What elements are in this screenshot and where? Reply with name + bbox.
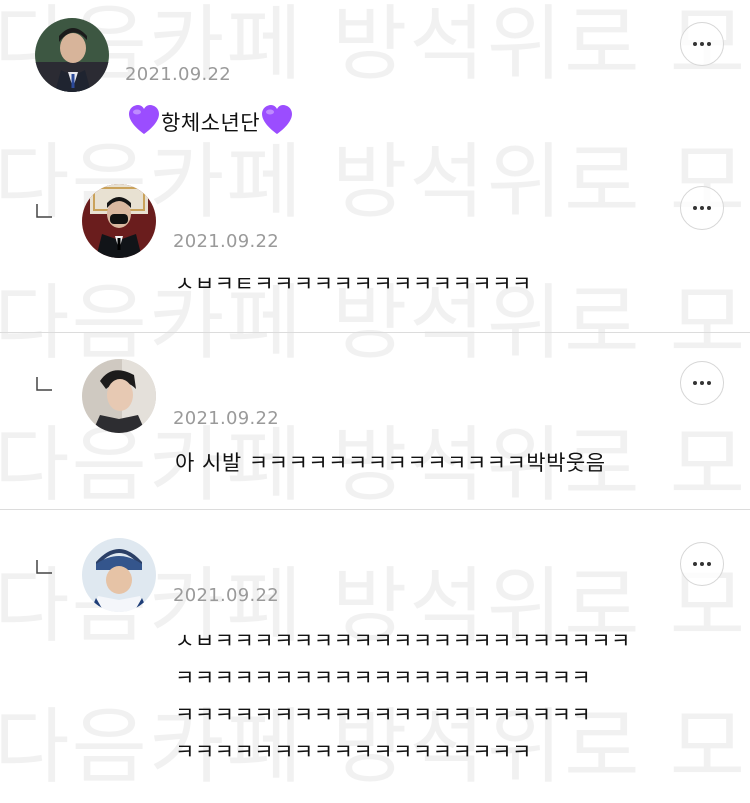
avatar[interactable] <box>82 184 156 258</box>
more-options-button[interactable] <box>680 542 724 586</box>
more-icon <box>693 562 711 566</box>
comment-text: ㅅㅂㅋㅋㅋㅋㅋㅋㅋㅋㅋㅋㅋㅋㅋㅋㅋㅋㅋㅋㅋㅋㅋ ㅋㅋㅋㅋㅋㅋㅋㅋㅋㅋㅋㅋㅋㅋㅋㅋ… <box>175 623 631 771</box>
comment-text: 항체소년단 <box>127 104 294 148</box>
comment-date: 2021.09.22 <box>173 585 280 606</box>
comment-text: ㅅㅂㅋㅌㅋㅋㅋㅋㅋㅋㅋㅋㅋㅋㅋㅋㅋㅋ <box>175 272 532 296</box>
reply-comment: 2021.09.22 아 시발 ㅋㅋㅋㅋㅋㅋㅋㅋㅋㅋㅋㅋㅋㅋ박박웃음 <box>0 333 750 509</box>
comment-text: 아 시발 ㅋㅋㅋㅋㅋㅋㅋㅋㅋㅋㅋㅋㅋㅋ박박웃음 <box>175 451 606 475</box>
avatar[interactable] <box>82 359 156 433</box>
avatar[interactable] <box>35 18 109 92</box>
more-options-button[interactable] <box>680 186 724 230</box>
reply-comment: 2021.09.22 ㅅㅂㅋㅌㅋㅋㅋㅋㅋㅋㅋㅋㅋㅋㅋㅋㅋㅋ <box>0 160 750 332</box>
reply-comment: 2021.09.22 ㅅㅂㅋㅋㅋㅋㅋㅋㅋㅋㅋㅋㅋㅋㅋㅋㅋㅋㅋㅋㅋㅋㅋ ㅋㅋㅋㅋㅋ… <box>0 510 750 803</box>
more-options-button[interactable] <box>680 361 724 405</box>
comment-text-line: ㅋㅋㅋㅋㅋㅋㅋㅋㅋㅋㅋㅋㅋㅋㅋㅋㅋㅋㅋㅋㅋ <box>175 703 592 727</box>
reply-arrow-icon <box>36 560 52 574</box>
comment-text-line: ㅋㅋㅋㅋㅋㅋㅋㅋㅋㅋㅋㅋㅋㅋㅋㅋㅋㅋㅋㅋㅋ <box>175 666 592 690</box>
more-icon <box>693 381 711 385</box>
comment-date: 2021.09.22 <box>125 64 232 85</box>
comment: 2021.09.22 항체소년단 <box>0 0 750 160</box>
comment-text-body: 항체소년단 <box>161 111 261 135</box>
reply-arrow-icon <box>36 204 52 218</box>
more-icon <box>693 42 711 46</box>
more-options-button[interactable] <box>680 22 724 66</box>
purple-heart-icon <box>127 104 161 148</box>
comment-date: 2021.09.22 <box>173 408 280 429</box>
comment-text-line: ㅋㅋㅋㅋㅋㅋㅋㅋㅋㅋㅋㅋㅋㅋㅋㅋㅋㅋ <box>175 740 532 764</box>
purple-heart-icon <box>260 104 294 148</box>
more-icon <box>693 206 711 210</box>
avatar[interactable] <box>82 538 156 612</box>
reply-arrow-icon <box>36 377 52 391</box>
comment-text-line: ㅅㅂㅋㅋㅋㅋㅋㅋㅋㅋㅋㅋㅋㅋㅋㅋㅋㅋㅋㅋㅋㅋㅋ <box>175 629 631 653</box>
comment-date: 2021.09.22 <box>173 231 280 252</box>
